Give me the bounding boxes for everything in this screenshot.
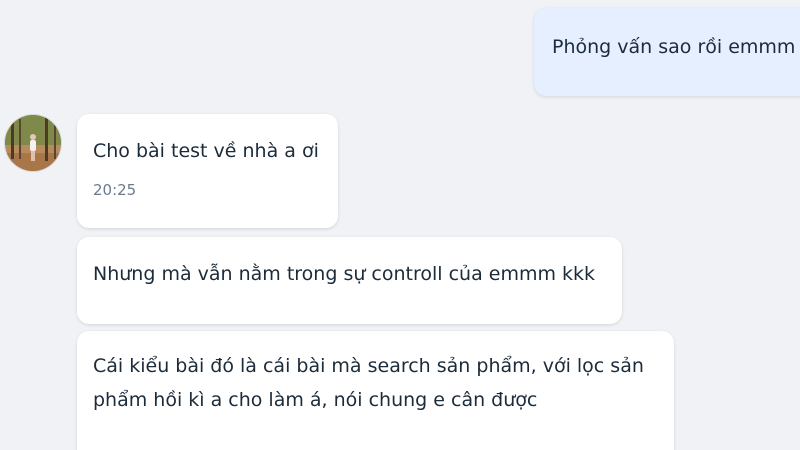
message-timestamp: 20:25 <box>93 181 137 199</box>
message-text: Cái kiểu bài đó là cái bài mà search sản… <box>93 355 644 411</box>
outgoing-message-bubble[interactable]: Phỏng vấn sao rồi emmm <box>534 8 800 96</box>
incoming-message-bubble[interactable]: Cho bài test về nhà a ơi 20:25 <box>77 114 338 228</box>
message-text: Cho bài test về nhà a ơi <box>93 140 319 162</box>
incoming-message-bubble[interactable]: Nhưng mà vẫn nằm trong sự controll của e… <box>77 237 622 324</box>
message-text: Nhưng mà vẫn nằm trong sự controll của e… <box>93 263 596 285</box>
incoming-message-bubble[interactable]: Cái kiểu bài đó là cái bài mà search sản… <box>77 331 674 450</box>
contact-avatar[interactable] <box>4 114 62 172</box>
message-text: Phỏng vấn sao rồi emmm <box>552 36 796 58</box>
chat-message-list[interactable]: Phỏng vấn sao rồi emmm Cho bài test về n… <box>0 0 800 450</box>
avatar-photo <box>5 115 61 171</box>
